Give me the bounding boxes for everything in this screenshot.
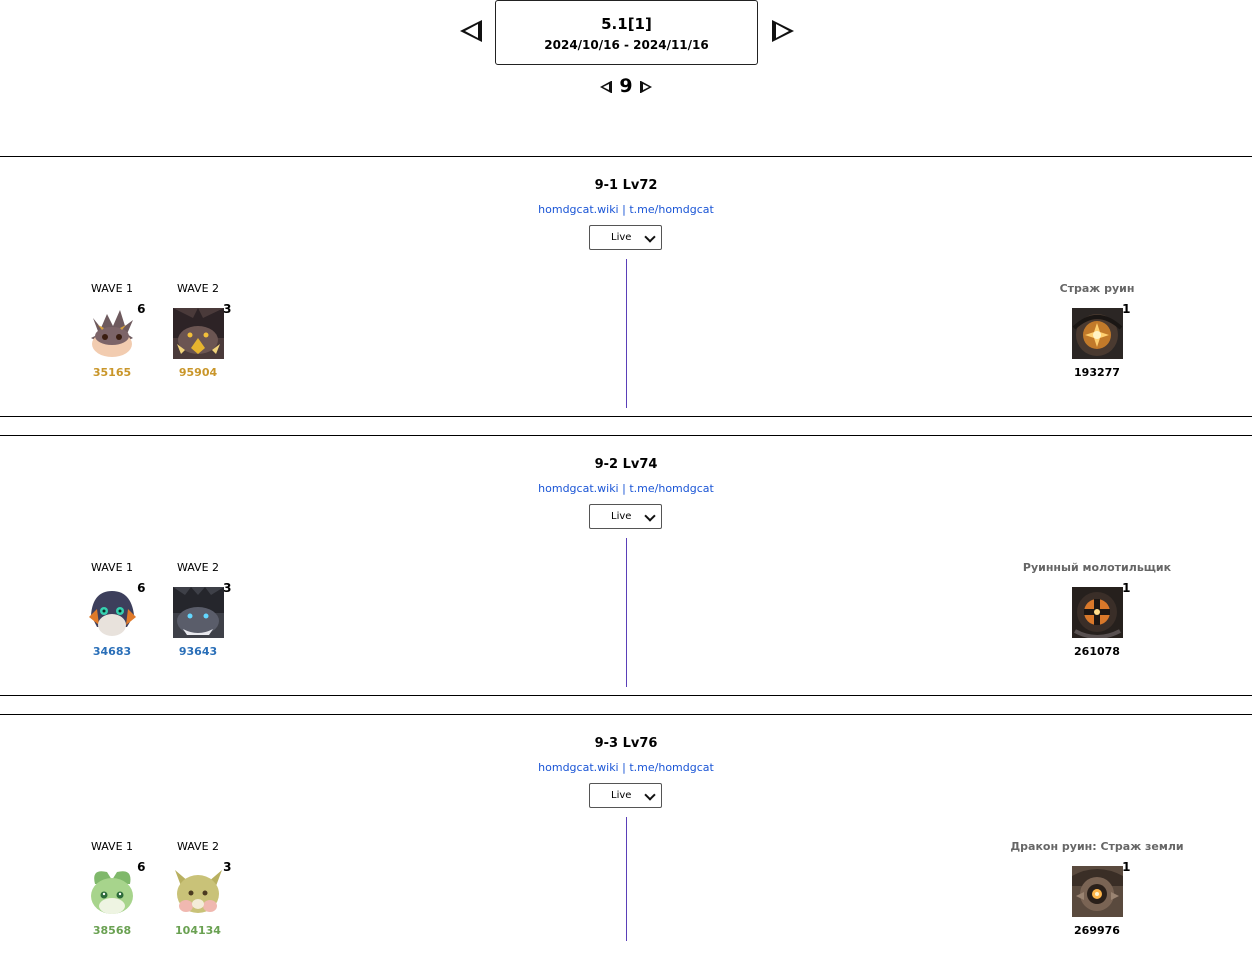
version-dates: 2024/10/16 - 2024/11/16: [544, 38, 709, 52]
stage-panel: 9-3 Lv76 homdgcat.wiki | t.me/homdgcat L…: [0, 714, 1252, 974]
link-separator: |: [622, 203, 626, 216]
enemy-hp: 93643: [178, 645, 218, 658]
prev-version-arrow-icon[interactable]: [460, 20, 482, 42]
wave-label: WAVE 1: [90, 282, 134, 295]
wave-column: WAVE 2 3 95904: [163, 282, 233, 379]
stage-title: 9-2 Lv74: [594, 457, 658, 472]
enemy-count: 3: [223, 860, 232, 874]
prev-chapter-arrow-icon[interactable]: [600, 80, 613, 93]
ruin-drake-icon[interactable]: 1: [1071, 860, 1131, 917]
enemy-count: 3: [223, 302, 232, 316]
stage-title: 9-1 Lv72: [594, 178, 658, 193]
version-select-value: Live: [611, 511, 632, 522]
ruin-grader-icon[interactable]: 1: [1071, 581, 1131, 638]
enemy-count: 6: [137, 302, 146, 316]
boss-name: Руинный молотильщик: [1022, 561, 1172, 574]
wiki-link[interactable]: homdgcat.wiki: [538, 203, 618, 216]
chevron-down-icon: [644, 231, 656, 243]
ruin-beast-olive-icon[interactable]: 3: [173, 860, 232, 917]
stage-links: homdgcat.wiki | t.me/homdgcat: [0, 482, 1252, 495]
boss-column: Страж руин 1 193277: [997, 282, 1197, 379]
enemy-count: 1: [1122, 581, 1131, 595]
wave-column: WAVE 1 6 34683: [77, 561, 147, 658]
chevron-down-icon: [644, 789, 656, 801]
stage-panel: 9-1 Lv72 homdgcat.wiki | t.me/homdgcat L…: [0, 156, 1252, 417]
stage-links: homdgcat.wiki | t.me/homdgcat: [0, 203, 1252, 216]
boss-hp: 193277: [1074, 366, 1120, 379]
boss-hp: 269976: [1074, 924, 1120, 937]
ruin-beast-green-icon[interactable]: 6: [87, 860, 146, 917]
wave-label: WAVE 1: [90, 840, 134, 853]
version-select[interactable]: Live: [589, 504, 662, 529]
divider-line: [626, 259, 627, 408]
ruin-beast-grey-icon[interactable]: 3: [172, 581, 232, 638]
telegram-link[interactable]: t.me/homdgcat: [629, 761, 713, 774]
enemy-count: 6: [137, 860, 146, 874]
enemy-hp: 95904: [178, 366, 218, 379]
enemy-hp: 34683: [92, 645, 132, 658]
ruin-beast-dark-icon[interactable]: 3: [172, 302, 232, 359]
stage-links: homdgcat.wiki | t.me/homdgcat: [0, 761, 1252, 774]
boss-column: Дракон руин: Страж земли 1 269976: [997, 840, 1197, 937]
stage-panel: 9-2 Lv74 homdgcat.wiki | t.me/homdgcat L…: [0, 435, 1252, 696]
boss-name: Дракон руин: Страж земли: [1010, 840, 1184, 853]
enemy-hp: 104134: [175, 924, 221, 937]
telegram-link[interactable]: t.me/homdgcat: [629, 203, 713, 216]
chapter-nav: 9: [0, 75, 1252, 99]
enemy-count: 3: [223, 581, 232, 595]
wave-label: WAVE 1: [90, 561, 134, 574]
wave-column: WAVE 1 6 38568: [77, 840, 147, 937]
wave-column: WAVE 2 3 104134: [163, 840, 233, 937]
next-chapter-arrow-icon[interactable]: [639, 80, 652, 93]
wave-column: WAVE 1 6 35165: [77, 282, 147, 379]
stage-title: 9-3 Lv76: [594, 736, 658, 751]
wiki-link[interactable]: homdgcat.wiki: [538, 761, 618, 774]
wiki-link[interactable]: homdgcat.wiki: [538, 482, 618, 495]
header: 5.1[1] 2024/10/16 - 2024/11/16 9: [0, 0, 1252, 110]
version-title: 5.1[1]: [601, 15, 652, 33]
version-select-value: Live: [611, 232, 632, 243]
enemy-count: 1: [1122, 302, 1131, 316]
enemy-hp: 35165: [92, 366, 132, 379]
telegram-link[interactable]: t.me/homdgcat: [629, 482, 713, 495]
next-version-arrow-icon[interactable]: [772, 20, 794, 42]
version-select-value: Live: [611, 790, 632, 801]
enemy-count: 6: [137, 581, 146, 595]
boss-column: Руинный молотильщик 1 261078: [997, 561, 1197, 658]
link-separator: |: [622, 482, 626, 495]
link-separator: |: [622, 761, 626, 774]
enemy-hp: 38568: [92, 924, 132, 937]
wave-label: WAVE 2: [176, 840, 220, 853]
boss-hp: 261078: [1074, 645, 1120, 658]
enemy-count: 1: [1122, 860, 1131, 874]
chevron-down-icon: [644, 510, 656, 522]
version-select[interactable]: Live: [589, 225, 662, 250]
wave-label: WAVE 2: [176, 282, 220, 295]
ruin-guard-icon[interactable]: 1: [1071, 302, 1131, 359]
version-box[interactable]: 5.1[1] 2024/10/16 - 2024/11/16: [495, 0, 758, 65]
boss-name: Страж руин: [1059, 282, 1135, 295]
divider-line: [626, 817, 627, 941]
ruin-beast-brown-icon[interactable]: 6: [87, 302, 146, 359]
version-select[interactable]: Live: [589, 783, 662, 808]
chapter-number: 9: [619, 75, 633, 97]
divider-line: [626, 538, 627, 687]
wave-label: WAVE 2: [176, 561, 220, 574]
wave-column: WAVE 2 3 93643: [163, 561, 233, 658]
ruin-beast-blue-icon[interactable]: 6: [87, 581, 146, 638]
